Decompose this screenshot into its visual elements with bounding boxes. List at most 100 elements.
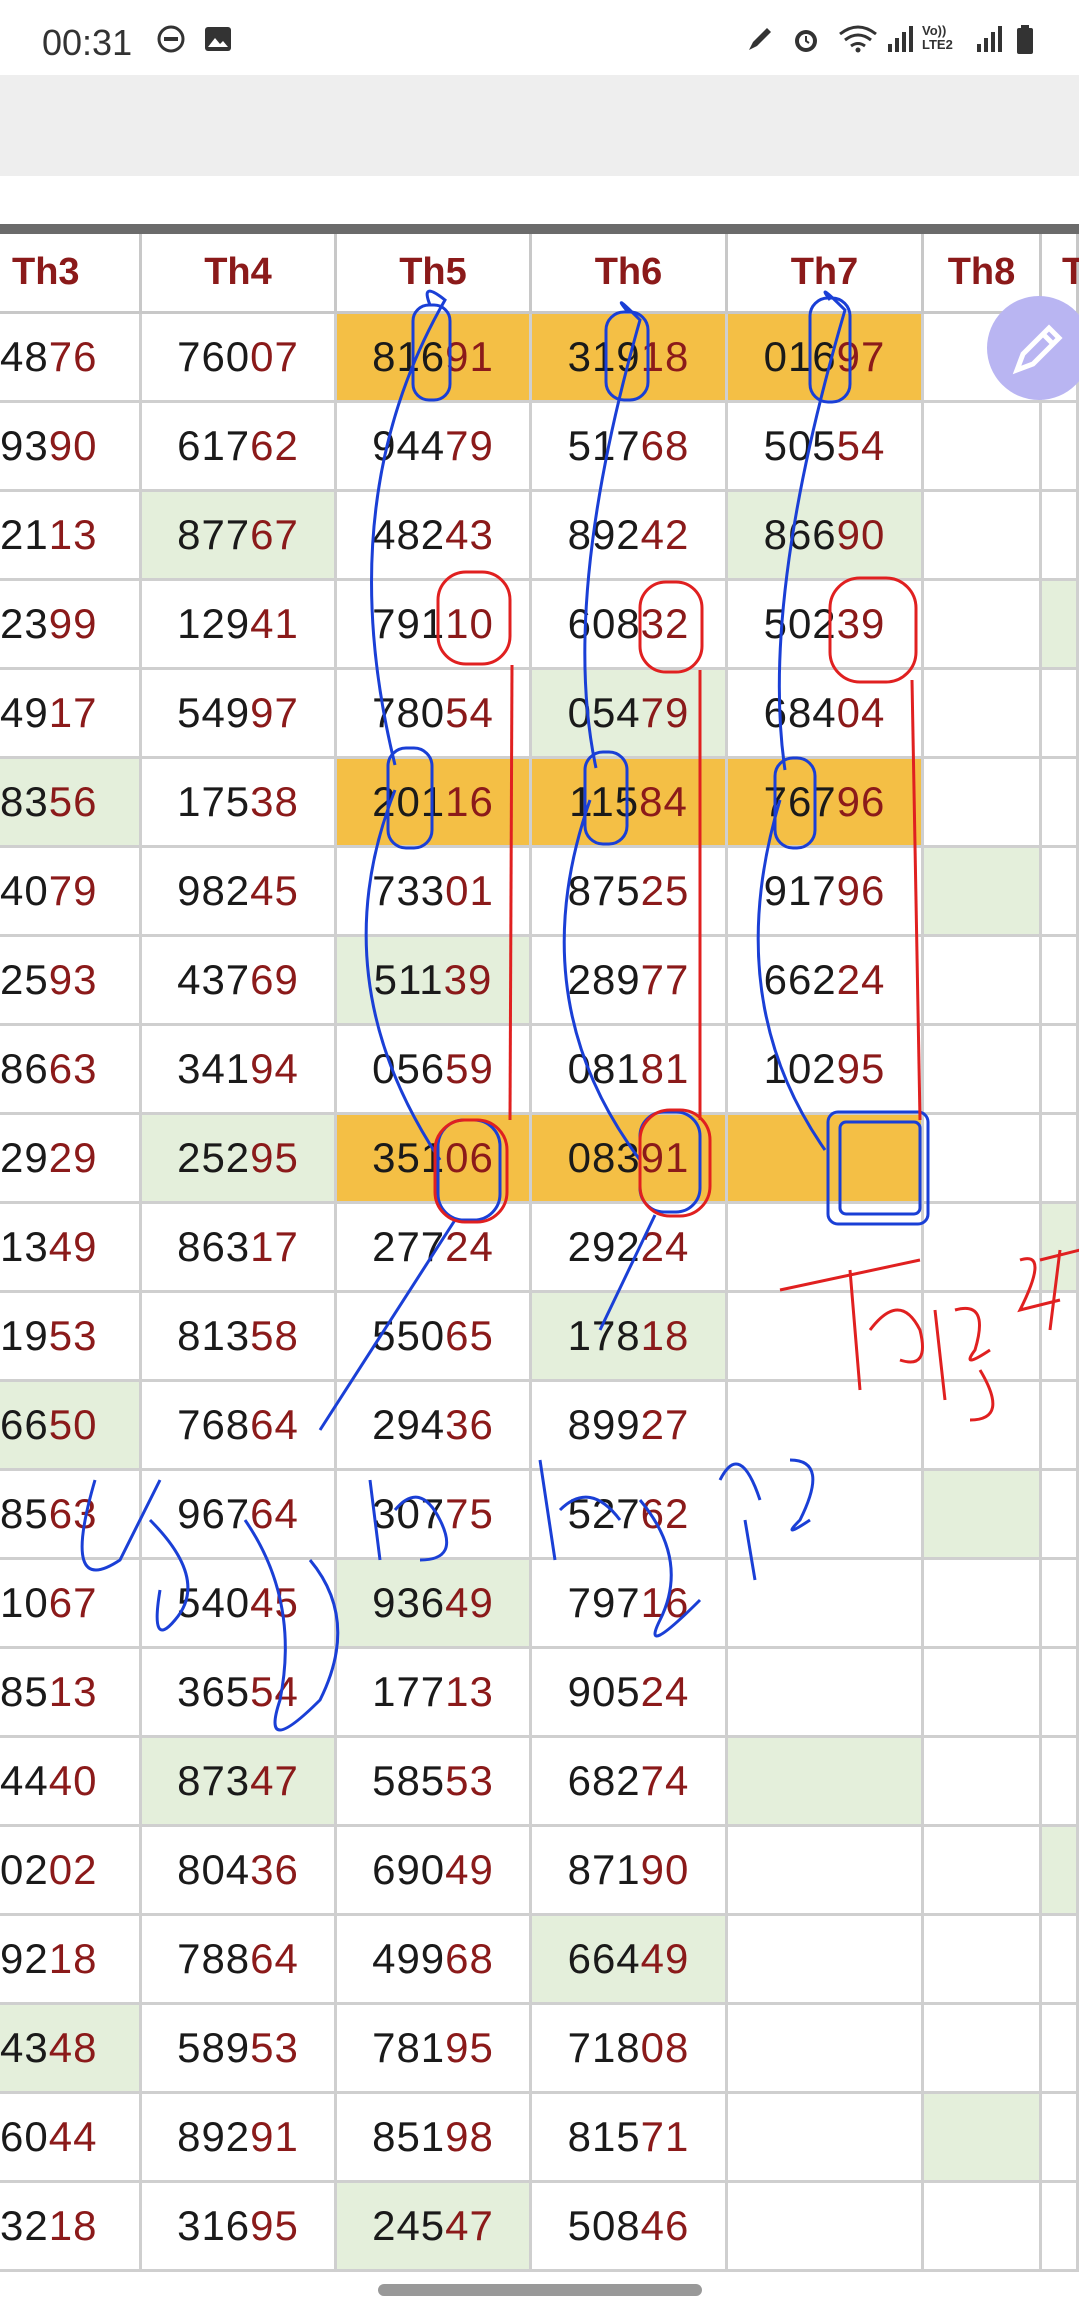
cell-suffix: 59 xyxy=(445,1045,494,1092)
table-cell: 32 18 xyxy=(0,2183,142,2272)
cell-prefix: 49 xyxy=(0,689,49,736)
table-cell: 733 01 xyxy=(337,848,532,937)
cell-suffix: 68 xyxy=(445,1935,494,1982)
table-cell xyxy=(1042,492,1079,581)
table-cell: 307 75 xyxy=(337,1471,532,1560)
table-cell: 13 49 xyxy=(0,1204,142,1293)
table-cell xyxy=(924,1916,1042,2005)
cell-prefix: 10 xyxy=(0,1579,49,1626)
cell-prefix: 201 xyxy=(372,778,446,825)
cell-prefix: 44 xyxy=(0,1757,49,1804)
cell-suffix: 97 xyxy=(250,689,299,736)
cell-suffix: 53 xyxy=(48,1312,98,1359)
cell-suffix: 84 xyxy=(639,778,688,825)
table-cell: 617 62 xyxy=(142,403,337,492)
cell-prefix: 905 xyxy=(567,1668,641,1715)
table-cell: 662 24 xyxy=(728,937,924,1026)
table-cell: 816 91 xyxy=(337,314,532,403)
cell-suffix: 01 xyxy=(445,867,494,914)
table-cell: 93 90 xyxy=(0,403,142,492)
cell-prefix: 892 xyxy=(177,2113,251,2160)
table-cell: 550 65 xyxy=(337,1293,532,1382)
table-cell: 936 49 xyxy=(337,1560,532,1649)
cell-suffix: 67 xyxy=(250,511,299,558)
table-cell xyxy=(728,1293,924,1382)
cell-prefix: 482 xyxy=(372,511,446,558)
cell-prefix: 21 xyxy=(0,511,49,558)
cell-suffix: 95 xyxy=(445,2024,494,2071)
table-cell: 608 32 xyxy=(532,581,728,670)
cell-prefix: 245 xyxy=(372,2202,446,2249)
cell-prefix: 29 xyxy=(0,1134,49,1181)
cell-suffix: 76 xyxy=(48,333,98,380)
table-cell: 967 64 xyxy=(142,1471,337,1560)
cell-prefix: 690 xyxy=(372,1846,446,1893)
table-cell: 815 71 xyxy=(532,2094,728,2183)
table-cell: 540 45 xyxy=(142,1560,337,1649)
table-cell xyxy=(1042,848,1079,937)
cell-suffix: 71 xyxy=(640,2113,690,2160)
cell-prefix: 92 xyxy=(0,1935,49,1982)
table-cell: 871 90 xyxy=(532,1827,728,1916)
gesture-nav-bar[interactable] xyxy=(378,2284,702,2296)
cell-prefix: 877 xyxy=(177,511,251,558)
cell-suffix: 68 xyxy=(640,422,690,469)
draw-fab-button[interactable] xyxy=(987,296,1079,400)
cell-suffix: 99 xyxy=(48,600,98,647)
cell-prefix: 875 xyxy=(567,867,641,914)
table-cell: 527 62 xyxy=(532,1471,728,1560)
table-cell xyxy=(924,1560,1042,1649)
table-cell xyxy=(728,1382,924,1471)
cell-suffix: 42 xyxy=(640,511,690,558)
table-cell: 982 45 xyxy=(142,848,337,937)
table-cell xyxy=(924,1827,1042,1916)
table-cell xyxy=(1042,1382,1079,1471)
cell-prefix: 791 xyxy=(372,600,446,647)
cell-prefix: 788 xyxy=(177,1935,251,1982)
cell-suffix: 49 xyxy=(640,1935,690,1982)
table-cell xyxy=(728,1738,924,1827)
cell-suffix: 47 xyxy=(445,2202,494,2249)
cell-suffix: 10 xyxy=(445,600,494,647)
table-cell: 056 59 xyxy=(337,1026,532,1115)
table-cell: 482 43 xyxy=(337,492,532,581)
table-cell xyxy=(1042,2183,1079,2272)
table-cell xyxy=(1042,937,1079,1026)
cell-suffix: 48 xyxy=(48,2024,98,2071)
table-cell: 875 25 xyxy=(532,848,728,937)
cell-suffix: 69 xyxy=(250,956,299,1003)
table-cell xyxy=(924,1649,1042,1738)
table-cell xyxy=(728,1649,924,1738)
cell-prefix: 502 xyxy=(763,600,837,647)
cell-suffix: 29 xyxy=(48,1134,98,1181)
cell-prefix: 93 xyxy=(0,422,49,469)
table-cell: 178 18 xyxy=(532,1293,728,1382)
cell-prefix: 351 xyxy=(372,1134,446,1181)
cell-prefix: 85 xyxy=(0,1668,49,1715)
cell-prefix: 718 xyxy=(567,2024,641,2071)
cell-suffix: 47 xyxy=(250,1757,299,1804)
cell-suffix: 95 xyxy=(250,2202,299,2249)
table-cell xyxy=(924,1204,1042,1293)
table-cell: 92 18 xyxy=(0,1916,142,2005)
cell-prefix: 505 xyxy=(763,422,837,469)
cell-prefix: 016 xyxy=(763,333,837,380)
cell-prefix: 540 xyxy=(177,1579,251,1626)
table-cell: 437 69 xyxy=(142,937,337,1026)
table-cell: 499 68 xyxy=(337,1916,532,2005)
cell-prefix: 319 xyxy=(567,333,641,380)
cell-suffix: 74 xyxy=(640,1757,690,1804)
table-cell: 19 53 xyxy=(0,1293,142,1382)
cell-suffix: 65 xyxy=(445,1312,494,1359)
table-cell xyxy=(1042,1827,1079,1916)
table-cell xyxy=(728,1204,924,1293)
table-cell xyxy=(728,2005,924,2094)
cell-prefix: 365 xyxy=(177,1668,251,1715)
table-cell: 791 10 xyxy=(337,581,532,670)
table-cell: 129 41 xyxy=(142,581,337,670)
cell-prefix: 813 xyxy=(177,1312,251,1359)
cell-prefix: 768 xyxy=(177,1401,251,1448)
cell-prefix: 60 xyxy=(0,2113,49,2160)
cell-prefix: 767 xyxy=(763,778,837,825)
cell-prefix: 83 xyxy=(0,778,49,825)
